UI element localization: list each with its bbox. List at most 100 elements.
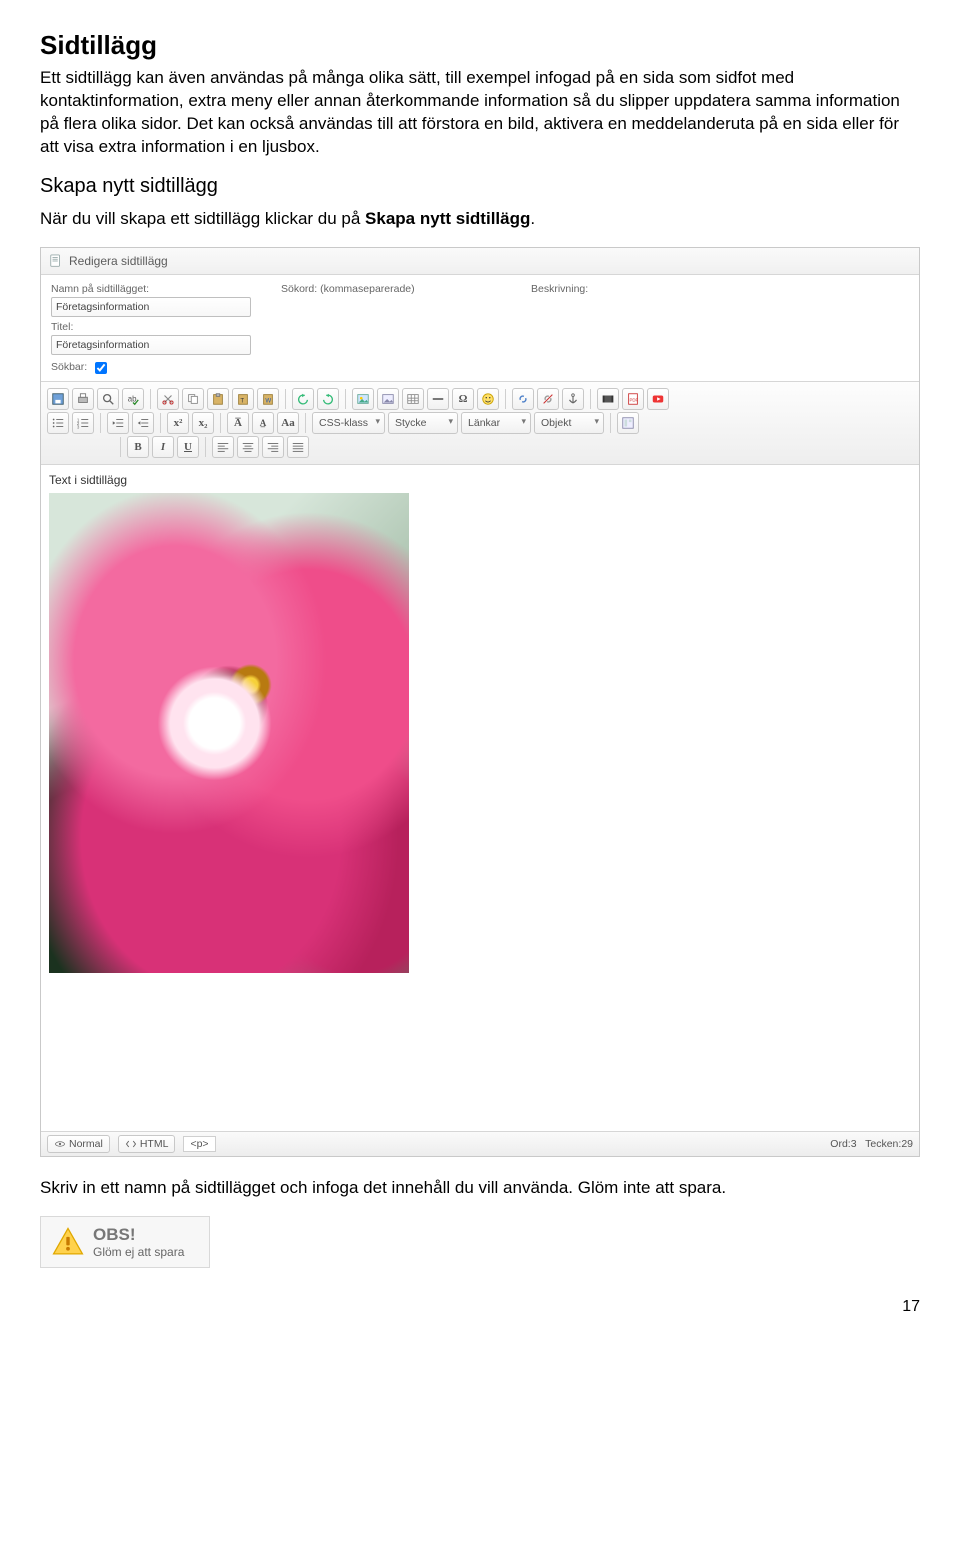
unlink-button[interactable] xyxy=(537,388,559,410)
image-button[interactable] xyxy=(352,388,374,410)
align-left-button[interactable] xyxy=(212,436,234,458)
superscript-button[interactable]: x² xyxy=(167,412,189,434)
tab-html-label: HTML xyxy=(140,1138,169,1150)
toolbar: ab T W Ω PDF xyxy=(41,381,919,465)
paste-text-button[interactable]: T xyxy=(232,388,254,410)
panel-header: Redigera sidtillägg xyxy=(41,248,919,275)
table-button[interactable] xyxy=(402,388,424,410)
hr-button[interactable] xyxy=(427,388,449,410)
label-searchable: Sökbar: xyxy=(51,361,87,373)
pdf-button[interactable]: PDF xyxy=(622,388,644,410)
obs-title: OBS! xyxy=(93,1225,136,1244)
tab-normal[interactable]: Normal xyxy=(47,1135,110,1153)
page-number: 17 xyxy=(40,1298,920,1316)
input-title[interactable] xyxy=(51,335,251,355)
editor-panel: Redigera sidtillägg Namn på sidtillägget… xyxy=(40,247,920,1157)
separator xyxy=(205,437,206,457)
separator xyxy=(100,413,101,433)
youtube-button[interactable] xyxy=(647,388,669,410)
checkbox-searchable[interactable] xyxy=(95,362,107,374)
separator xyxy=(305,413,306,433)
input-name[interactable] xyxy=(51,297,251,317)
print-button[interactable] xyxy=(72,388,94,410)
chars-value: 29 xyxy=(901,1138,913,1150)
css-class-dropdown[interactable]: CSS-klass xyxy=(312,412,385,434)
cut-button[interactable] xyxy=(157,388,179,410)
separator xyxy=(220,413,221,433)
paste-button[interactable] xyxy=(207,388,229,410)
align-center-button[interactable] xyxy=(237,436,259,458)
section-text-bold: Skapa nytt sidtillägg xyxy=(365,209,530,228)
separator xyxy=(345,389,346,409)
separator xyxy=(120,437,121,457)
label-keywords: Sökord: (kommaseparerade) xyxy=(281,283,501,295)
objects-dropdown[interactable]: Objekt xyxy=(534,412,604,434)
template-button[interactable] xyxy=(617,412,639,434)
image2-button[interactable] xyxy=(377,388,399,410)
tab-normal-label: Normal xyxy=(69,1138,103,1150)
redo-button[interactable] xyxy=(317,388,339,410)
tab-html[interactable]: HTML xyxy=(118,1135,176,1153)
code-icon xyxy=(125,1138,137,1150)
svg-text:PDF: PDF xyxy=(630,397,639,402)
svg-text:3: 3 xyxy=(77,424,80,429)
film-button[interactable] xyxy=(597,388,619,410)
editor-flower-image xyxy=(49,493,409,973)
separator xyxy=(590,389,591,409)
separator xyxy=(285,389,286,409)
indent-button[interactable] xyxy=(132,412,154,434)
separator xyxy=(610,413,611,433)
copy-button[interactable] xyxy=(182,388,204,410)
section-paragraph: När du vill skapa ett sidtillägg klickar… xyxy=(40,208,920,231)
special-char-button[interactable]: Ω xyxy=(452,388,474,410)
font-increase-button[interactable]: A̅ xyxy=(227,412,249,434)
words-label: Ord: xyxy=(830,1138,850,1150)
status-counts: Ord:3 Tecken:29 xyxy=(830,1138,913,1150)
link-button[interactable] xyxy=(512,388,534,410)
status-tag: <p> xyxy=(183,1136,215,1152)
spellcheck-button[interactable]: ab xyxy=(122,388,144,410)
meta-area: Namn på sidtillägget: Sökord: (kommasepa… xyxy=(41,275,919,381)
save-button[interactable] xyxy=(47,388,69,410)
status-bar: Normal HTML <p> Ord:3 Tecken:29 xyxy=(41,1131,919,1156)
block-dropdown[interactable]: Stycke xyxy=(388,412,458,434)
align-justify-button[interactable] xyxy=(287,436,309,458)
italic-button[interactable]: I xyxy=(152,436,174,458)
paste-word-button[interactable]: W xyxy=(257,388,279,410)
anchor-button[interactable] xyxy=(562,388,584,410)
case-button[interactable]: Aa xyxy=(277,412,299,434)
section-heading: Skapa nytt sidtillägg xyxy=(40,175,920,198)
editor-body[interactable]: Text i sidtillägg xyxy=(41,465,919,1131)
underline-button[interactable]: U xyxy=(177,436,199,458)
label-title: Titel: xyxy=(51,321,251,333)
after-panel-paragraph: Skriv in ett namn på sidtillägget och in… xyxy=(40,1177,920,1200)
panel-title: Redigera sidtillägg xyxy=(69,254,168,268)
find-button[interactable] xyxy=(97,388,119,410)
label-description: Beskrivning: xyxy=(531,283,909,295)
separator xyxy=(505,389,506,409)
align-right-button[interactable] xyxy=(262,436,284,458)
section-text-post: . xyxy=(530,209,535,228)
section-text-pre: När du vill skapa ett sidtillägg klickar… xyxy=(40,209,365,228)
chars-label: Tecken: xyxy=(865,1138,901,1150)
font-decrease-button[interactable]: A̲ xyxy=(252,412,274,434)
undo-button[interactable] xyxy=(292,388,314,410)
bold-button[interactable]: B xyxy=(127,436,149,458)
label-name: Namn på sidtillägget: xyxy=(51,283,251,295)
svg-text:W: W xyxy=(265,397,271,404)
links-dropdown[interactable]: Länkar xyxy=(461,412,531,434)
smiley-button[interactable] xyxy=(477,388,499,410)
page-heading: Sidtillägg xyxy=(40,30,920,61)
separator xyxy=(160,413,161,433)
list-ul-button[interactable] xyxy=(47,412,69,434)
subscript-button[interactable]: x₂ xyxy=(192,412,214,434)
page-icon xyxy=(49,254,63,268)
separator xyxy=(150,389,151,409)
obs-text: Glöm ej att spara xyxy=(93,1245,184,1259)
outdent-button[interactable] xyxy=(107,412,129,434)
intro-paragraph: Ett sidtillägg kan även användas på mång… xyxy=(40,67,920,159)
list-ol-button[interactable]: 123 xyxy=(72,412,94,434)
warning-icon xyxy=(51,1225,85,1259)
svg-text:T: T xyxy=(240,397,244,404)
obs-box: OBS! Glöm ej att spara xyxy=(40,1216,210,1268)
